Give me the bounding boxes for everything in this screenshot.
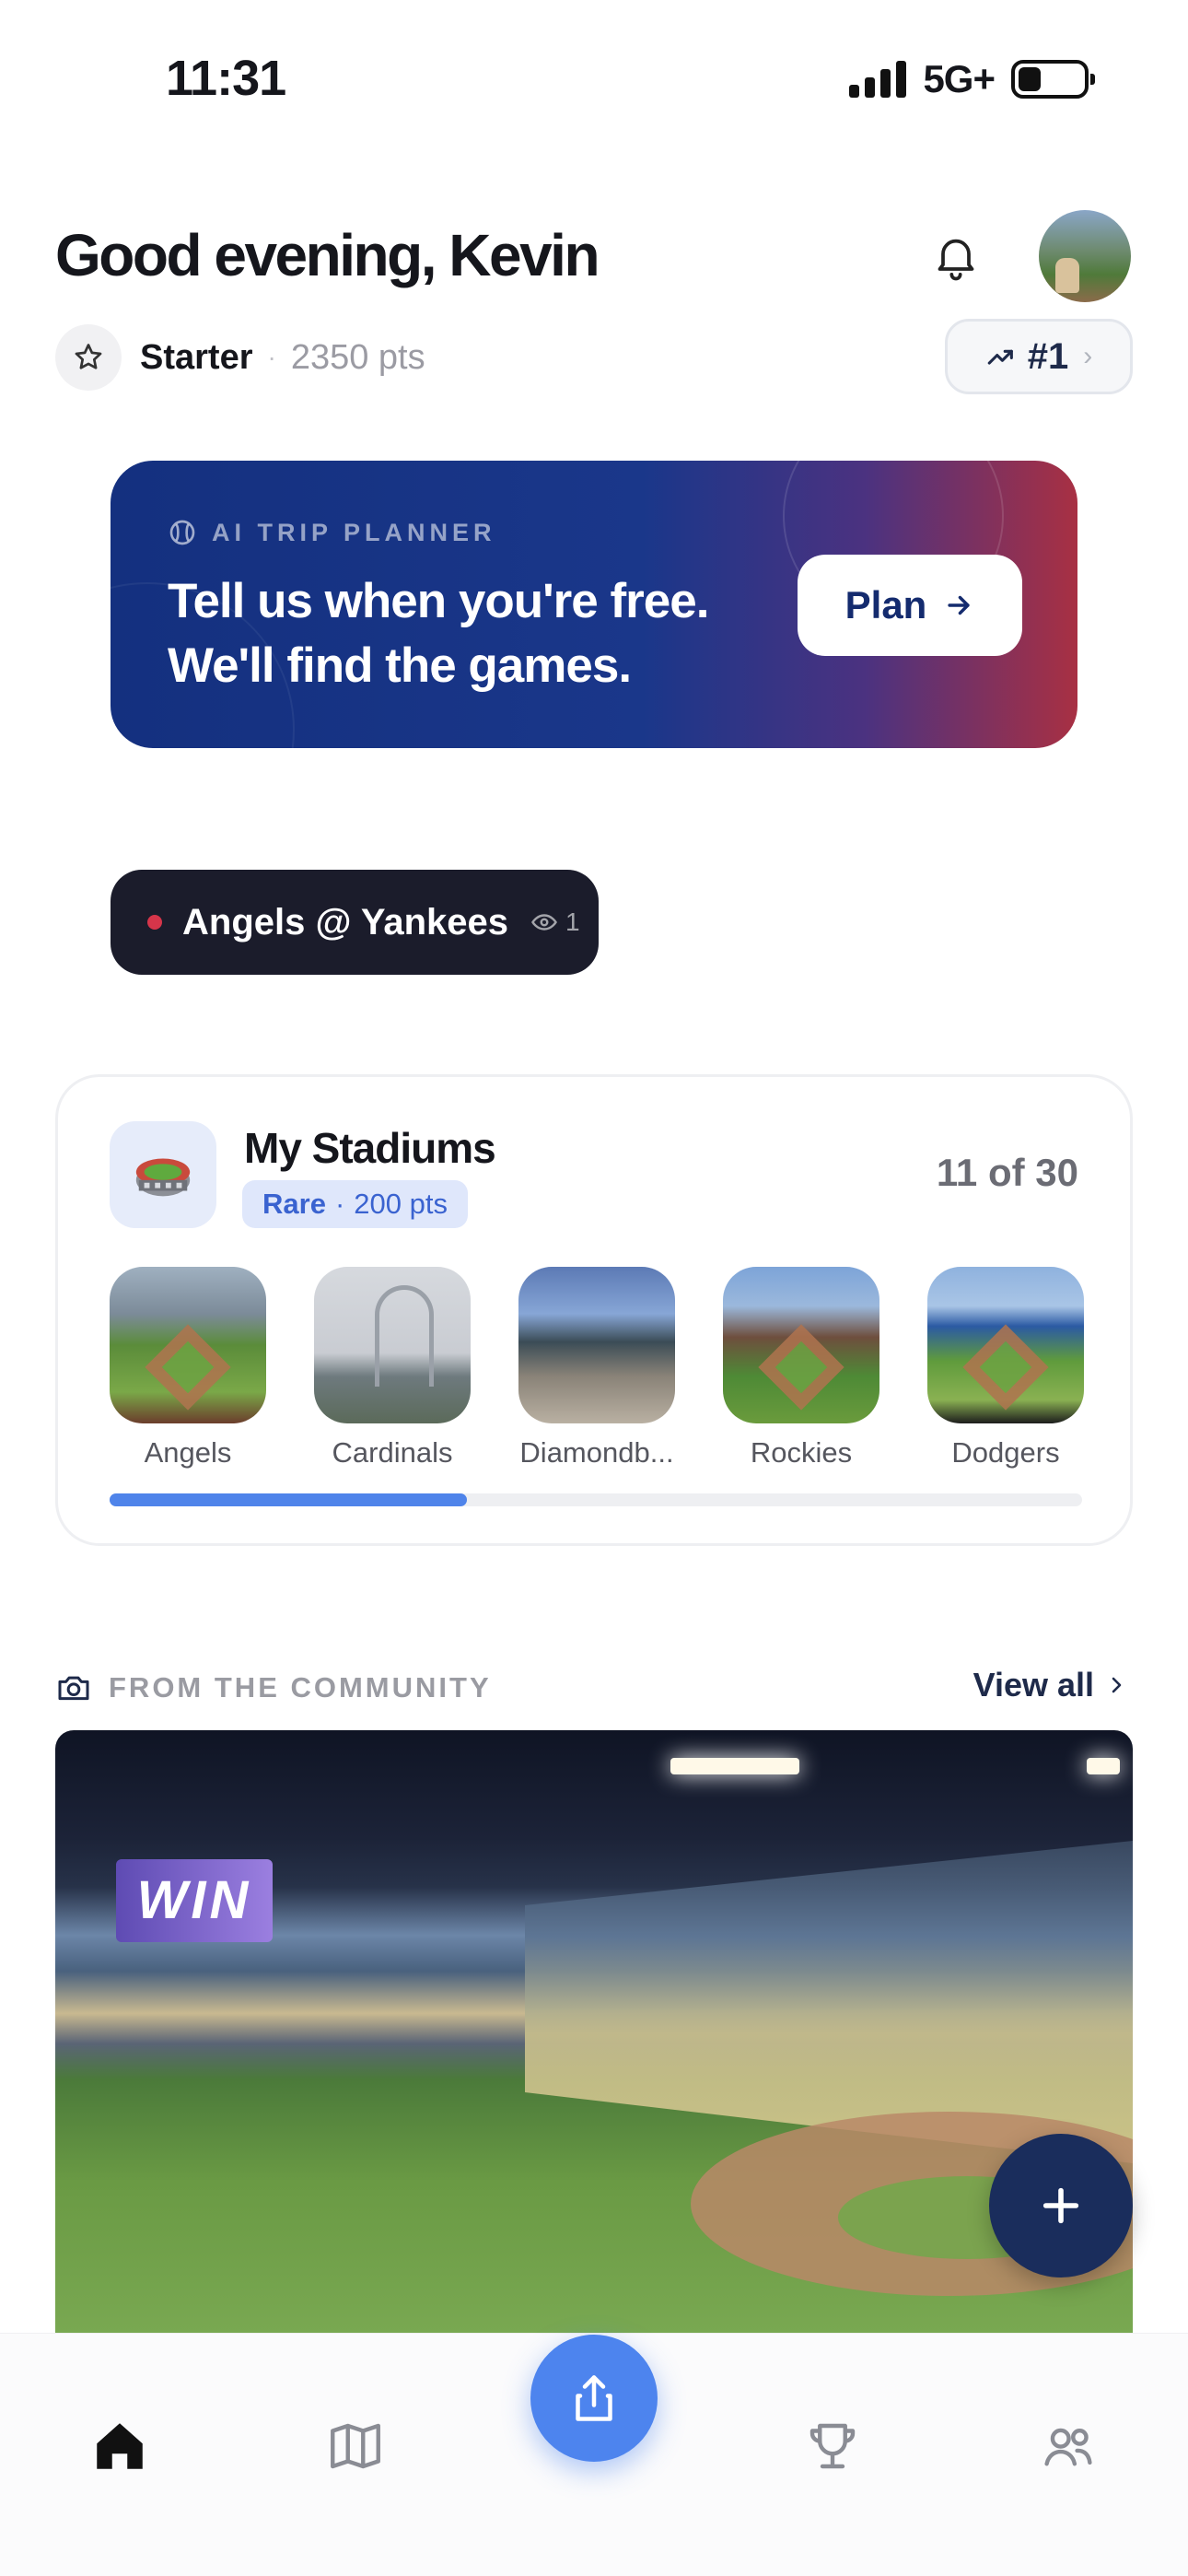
stadium-progress-fill (110, 1493, 467, 1506)
stadium-name: Dodgers (951, 1436, 1060, 1469)
stadium-photo (314, 1267, 471, 1423)
my-stadiums-card[interactable]: My Stadiums Rare · 200 pts 11 of 30 Ange… (55, 1074, 1133, 1546)
battery-icon (1011, 60, 1095, 99)
community-header: FROM THE COMMUNITY (55, 1669, 492, 1706)
stadium-photo (723, 1267, 879, 1423)
add-button[interactable] (989, 2134, 1133, 2277)
view-all-link[interactable]: View all (973, 1666, 1127, 1704)
tab-share-button[interactable] (530, 2335, 658, 2462)
signal-icon (849, 61, 907, 98)
stadium-list[interactable]: Angels Cardinals Diamondb... Rockies Dod… (110, 1267, 1086, 1469)
home-icon (97, 2423, 143, 2469)
avatar[interactable] (1039, 210, 1131, 302)
network-label: 5G+ (923, 57, 996, 100)
stadium-name: Diamondb... (519, 1436, 674, 1469)
baseball-icon (169, 520, 195, 545)
live-game-pill[interactable]: Angels @ Yankees 1 (111, 870, 599, 975)
planner-label-row: AI TRIP PLANNER (168, 518, 496, 547)
stadium-photo (110, 1267, 266, 1423)
tab-trophy[interactable] (799, 2413, 866, 2479)
eye-icon (531, 914, 557, 931)
rarity-separator: · (334, 1188, 345, 1220)
tab-map[interactable] (322, 2413, 389, 2479)
planner-label: AI TRIP PLANNER (212, 518, 496, 546)
tier-row: Starter · 2350 pts (55, 324, 425, 391)
stadium-name: Rockies (750, 1436, 853, 1469)
stadium-item[interactable]: Rockies (723, 1267, 879, 1469)
tier-separator: · (267, 343, 276, 371)
scoreboard: WIN (116, 1859, 273, 1942)
trending-up-icon (987, 349, 1013, 365)
viewer-count-label: 1 (565, 907, 580, 936)
rarity-badge: Rare · 200 pts (242, 1180, 468, 1228)
greeting-title: Good evening, Kevin (55, 222, 600, 288)
stadium-progress-bar (110, 1493, 1082, 1506)
community-photo[interactable]: WIN (55, 1730, 1133, 2333)
plan-button-label: Plan (844, 583, 927, 626)
status-time: 11:31 (166, 51, 286, 106)
view-all-label: View all (973, 1666, 1094, 1704)
trophy-icon (809, 2423, 856, 2469)
plan-button[interactable]: Plan (798, 555, 1022, 656)
stadium-item[interactable]: Cardinals (314, 1267, 471, 1469)
stadium-count: 11 of 30 (936, 1151, 1078, 1194)
rarity-name: Rare (262, 1188, 326, 1220)
rank-button[interactable]: #1 › (945, 319, 1133, 394)
live-indicator-dot (147, 915, 162, 930)
stadium-photo (927, 1267, 1084, 1423)
chevron-right-icon: › (1083, 341, 1093, 371)
stadium-photo (518, 1267, 675, 1423)
tab-home[interactable] (87, 2413, 153, 2479)
stadium-name: Angels (144, 1436, 232, 1469)
stadium-name: Cardinals (332, 1436, 453, 1469)
stadium-item[interactable]: Angels (110, 1267, 266, 1469)
star-icon (55, 324, 122, 391)
points-label: 2350 pts (290, 337, 425, 377)
tab-friends[interactable] (1035, 2413, 1101, 2479)
viewer-count: 1 (530, 907, 580, 937)
plus-icon (1042, 2187, 1079, 2224)
arrow-right-icon (948, 595, 970, 615)
stadium-item[interactable]: Dodgers (927, 1267, 1084, 1469)
camera-icon (58, 1676, 89, 1701)
card-title: My Stadiums (244, 1124, 496, 1172)
trip-planner-banner[interactable]: AI TRIP PLANNER Tell us when you're free… (111, 461, 1077, 748)
live-game-title: Angels @ Yankees (182, 901, 509, 943)
map-icon (331, 2423, 380, 2469)
tier-label: Starter (140, 337, 253, 377)
rarity-points: 200 pts (354, 1188, 448, 1220)
chevron-right-icon (1112, 1677, 1122, 1693)
stadium-item[interactable]: Diamondb... (518, 1267, 675, 1469)
scoreboard-text: WIN (136, 1870, 252, 1930)
share-icon (576, 2375, 612, 2421)
planner-title: Tell us when you're free. We'll find the… (168, 574, 709, 693)
rank-label: #1 (1027, 335, 1069, 377)
community-label: FROM THE COMMUNITY (109, 1671, 492, 1704)
stadium-icon (110, 1121, 216, 1228)
status-indicators: 5G+ (849, 57, 1095, 101)
notifications-bell-icon[interactable] (930, 230, 982, 282)
people-icon (1044, 2428, 1092, 2466)
